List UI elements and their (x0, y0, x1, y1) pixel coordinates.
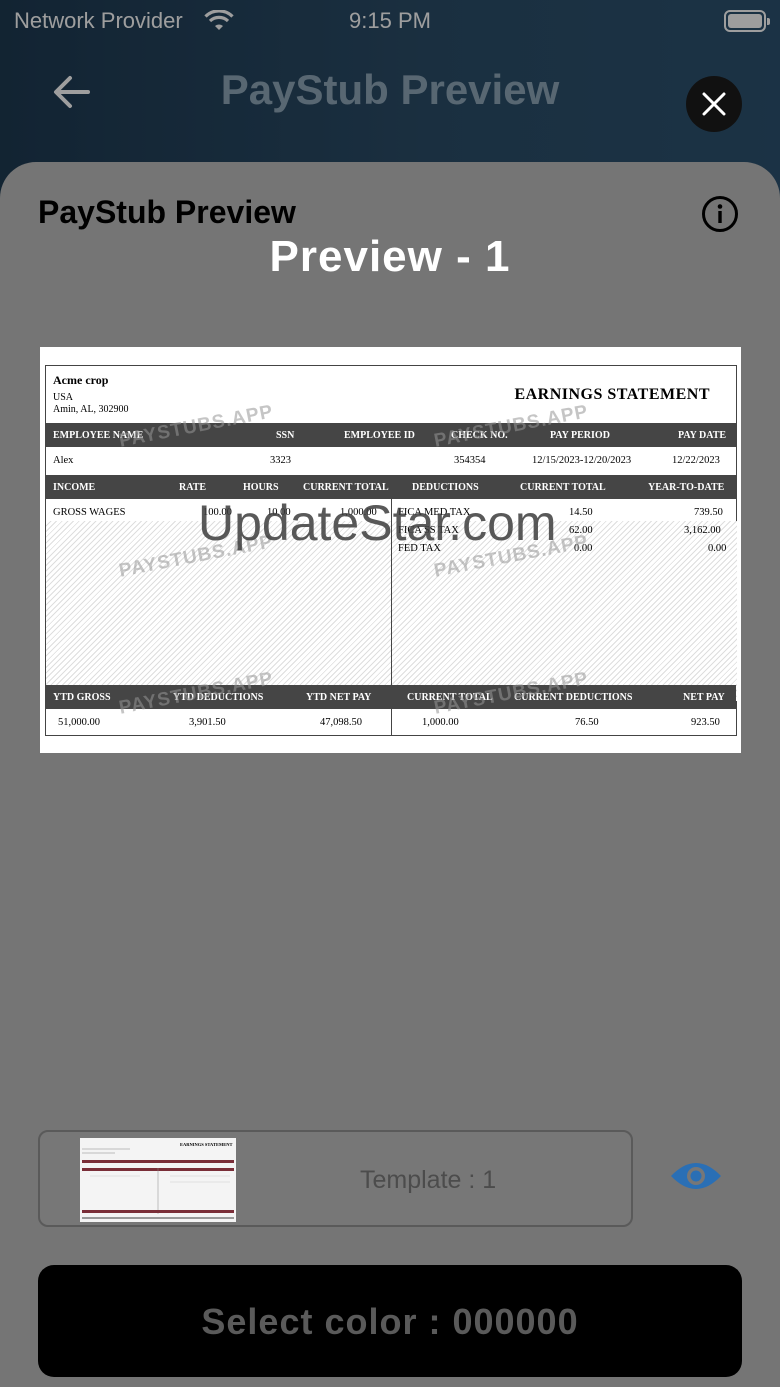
sheet-title: PayStub Preview (38, 194, 296, 230)
column-header: YEAR-TO-DATE (648, 482, 725, 493)
employee-ssn: 3323 (270, 455, 291, 466)
close-button[interactable] (686, 76, 742, 132)
info-icon[interactable] (700, 194, 740, 234)
column-header: EMPLOYEE ID (344, 430, 415, 441)
close-icon (702, 92, 726, 116)
column-header: INCOME (53, 482, 96, 493)
paystub-document: Acme crop USA Amin, AL, 302900 EARNINGS … (40, 347, 741, 753)
paystub-frame: Acme crop USA Amin, AL, 302900 EARNINGS … (45, 365, 737, 736)
overlay-watermark: UpdateStar.com (198, 495, 557, 551)
column-header: RATE (179, 482, 207, 493)
net-pay: 923.50 (691, 717, 720, 728)
preview-label: Preview - 1 (269, 232, 511, 281)
select-color-button[interactable]: Select color : 000000 (38, 1265, 742, 1377)
deduction-ytd: 739.50 (694, 507, 723, 518)
column-header: YTD NET PAY (306, 692, 372, 703)
thumb-title: EARNINGS STATEMENT (180, 1142, 232, 1147)
income-name: GROSS WAGES (53, 507, 126, 518)
deduction-current: 14.50 (569, 507, 593, 518)
template-card[interactable]: EARNINGS STATEMENT Template : 1 (38, 1130, 633, 1227)
ytd-deductions: 3,901.50 (189, 717, 226, 728)
pay-period: 12/15/2023-12/20/2023 (532, 455, 632, 466)
ytd-net-pay: 47,098.50 (320, 717, 362, 728)
company-name: Acme crop (53, 373, 109, 387)
column-header: YTD GROSS (53, 692, 111, 703)
deduction-ytd: 0.00 (708, 543, 727, 554)
eye-icon[interactable] (668, 1158, 724, 1194)
column-header: SSN (276, 430, 295, 441)
column-header: PAY PERIOD (550, 430, 610, 441)
employee-name: Alex (53, 455, 74, 466)
deduction-ytd: 3,162.00 (684, 525, 721, 536)
column-header: PAY DATE (678, 430, 727, 441)
company-address: Amin, AL, 302900 (53, 404, 129, 415)
pay-date: 12/22/2023 (672, 455, 720, 466)
current-deductions: 76.50 (575, 717, 599, 728)
employee-row: Alex 3323 354354 12/15/2023-12/20/2023 1… (46, 448, 736, 474)
template-thumbnail: EARNINGS STATEMENT (80, 1138, 236, 1222)
check-number: 354354 (454, 455, 486, 466)
column-header: NET PAY (683, 692, 725, 703)
preview-sheet: PayStub Preview Preview - 1 EARNINGS STA… (0, 162, 780, 1387)
select-color-label: Select color : 000000 (201, 1301, 579, 1342)
template-label: Template : 1 (360, 1166, 497, 1194)
column-header: HOURS (243, 482, 279, 493)
column-header: DEDUCTIONS (412, 482, 479, 493)
ytd-gross: 51,000.00 (58, 717, 100, 728)
statement-title: EARNINGS STATEMENT (514, 386, 710, 403)
column-header: CURRENT TOTAL (303, 482, 389, 493)
column-header: CURRENT TOTAL (520, 482, 606, 493)
company-country: USA (53, 392, 74, 403)
